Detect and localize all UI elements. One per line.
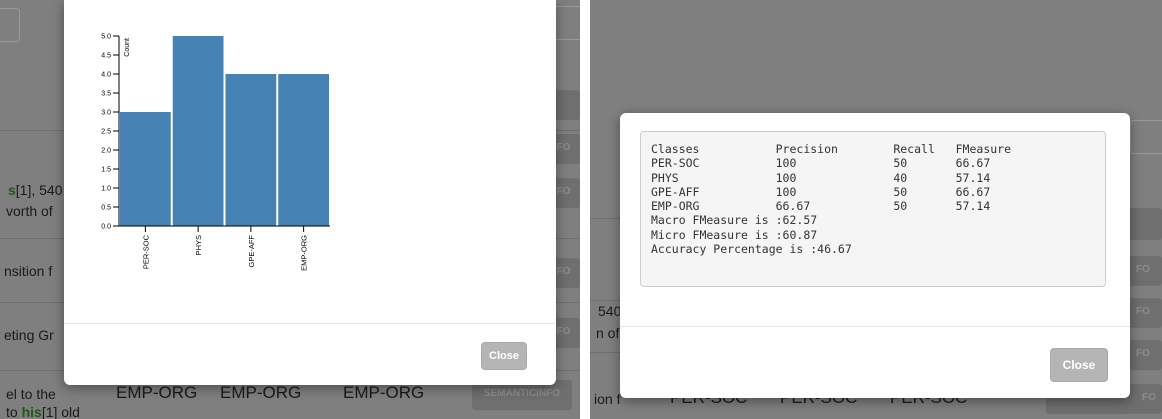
modal-footer-divider [620,326,1130,327]
y-tick-label: 3.0 [101,110,111,117]
background-cell: EMP-ORG [116,383,198,402]
background-cell: EMP-ORG [343,383,425,402]
report-summary-line: Macro FMeasure is :62.57 [651,213,818,228]
background-sentence: vorth of [6,203,53,219]
histogram-bar [278,74,329,226]
metrics-report: Classes Precision Recall FMeasure PER-SO… [640,131,1106,287]
y-tick-label: 2.5 [101,129,111,136]
count-histogram-chart: 0.0 0.5 1.0 1.5 2.0 2.5 3.0 3.5 4.0 4.5 5.0 Count PE… [101,34,330,271]
x-tick-label: GPE-AFF [247,235,256,268]
background-sentence: 540 [598,303,622,319]
report-summary-line: Micro FMeasure is :60.87 [651,227,818,242]
background-sentence: s[1], 540 [8,182,63,198]
background-sentence: n of [596,325,620,341]
y-tick-label: 4.0 [101,72,111,79]
x-tick-label: EMP-ORG [300,235,309,271]
report-class-row: PHYS 100 40 57.14 [651,170,991,185]
modal-footer-divider [64,323,556,324]
right-screenshot-panel: 540 n of ion f PER-SOC PER-SOC PER-SOC F… [590,0,1162,419]
report-class-row: EMP-ORG 66.67 50 57.14 [651,199,991,214]
histogram-bar [120,112,171,226]
report-header-row: Classes Precision Recall FMeasure [651,142,1012,156]
panel-separator [580,0,590,419]
background-sentence: el to the [6,386,56,402]
y-tick-label: 4.5 [101,53,111,60]
y-tick-label: 2.0 [101,148,111,155]
histogram-bar [172,36,224,226]
background-sentence: nsition f [4,263,53,279]
histogram-modal: 0.0 0.5 1.0 1.5 2.0 2.5 3.0 3.5 4.0 4.5 5.0 Count PE… [64,0,556,385]
background-button [1126,208,1162,240]
y-tick-label: 5.0 [101,34,111,41]
report-summary-line: Accuracy Percentage is :46.67 [651,242,852,257]
background-input [553,6,580,40]
report-class-row: GPE-AFF 100 50 66.67 [651,184,991,199]
background-cell: EMP-ORG [220,383,302,402]
close-button[interactable]: Close [1050,348,1108,382]
background-select [0,8,20,42]
y-axis-label: Count [124,38,131,57]
y-tick-label: 1.5 [101,167,111,174]
metrics-modal: Classes Precision Recall FMeasure PER-SO… [620,113,1130,398]
y-tick-label: 0.5 [101,205,111,212]
background-sentence: to his[1] old [6,404,80,419]
y-tick-label: 3.5 [101,91,111,98]
x-tick-label: PHYS [194,235,203,255]
close-button[interactable]: Close [481,342,527,370]
y-tick-label: 0.0 [101,224,111,231]
y-tick-label: 1.0 [101,186,111,193]
histogram-bar [225,74,277,226]
background-sentence: ion f [594,391,621,407]
x-tick-label: PER-SOC [141,234,150,269]
left-screenshot-panel: s[1], 540 vorth of nsition f eting Gr el… [0,0,580,419]
background-sentence: eting Gr [4,327,54,343]
report-class-row: PER-SOC 100 50 66.67 [651,156,991,171]
background-input [1130,120,1162,154]
